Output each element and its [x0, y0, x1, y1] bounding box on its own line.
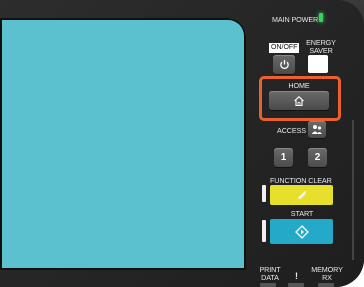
function-clear-button[interactable]	[270, 185, 333, 205]
alert-indicator-label: !	[295, 271, 298, 281]
control-panel: MAIN POWER ON/OFF ENERGY SAVER HOME ACCE…	[0, 0, 364, 287]
home-label: HOME	[288, 81, 310, 90]
energy-saver-button[interactable]	[308, 55, 328, 73]
energy-saver-label: ENERGY SAVER	[306, 38, 336, 55]
memory-rx-led	[318, 283, 334, 287]
touch-screen[interactable]	[0, 18, 246, 270]
alert-led	[288, 283, 304, 287]
main-power-label: MAIN POWER	[272, 15, 319, 24]
access-label: ACCESS	[277, 126, 306, 135]
on-off-label: ON/OFF	[269, 43, 300, 53]
key-2-button[interactable]: 2	[308, 148, 327, 167]
function-clear-label: FUNCTION CLEAR	[270, 176, 332, 185]
home-icon	[294, 95, 304, 106]
start-label: START	[290, 209, 314, 218]
memory-rx-label: MEMORY RX	[311, 265, 343, 282]
access-button[interactable]	[308, 121, 326, 138]
panel-edge	[352, 120, 354, 260]
function-clear-led	[262, 185, 266, 202]
home-button[interactable]	[269, 91, 329, 110]
print-data-led	[260, 283, 276, 287]
start-led	[262, 220, 266, 242]
clear-icon	[297, 191, 306, 200]
on-off-button[interactable]	[273, 55, 295, 74]
print-data-label: PRINT DATA	[259, 265, 281, 282]
main-power-led	[319, 13, 323, 22]
user-icon	[311, 125, 322, 134]
key-1-button[interactable]: 1	[274, 148, 293, 167]
start-button[interactable]	[270, 219, 333, 244]
power-icon	[279, 59, 289, 69]
start-icon	[294, 224, 309, 239]
